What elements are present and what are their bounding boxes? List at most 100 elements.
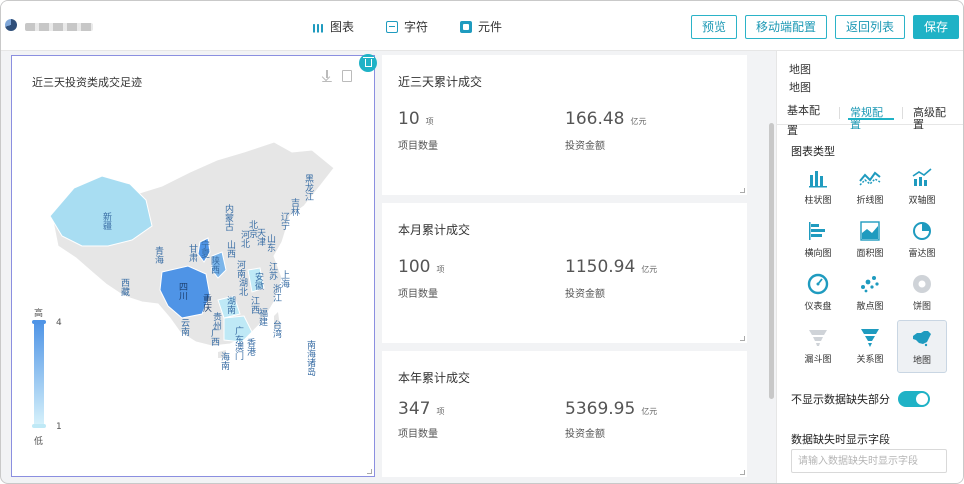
- pie-chart-icon: [913, 275, 931, 293]
- missing-field-title: 数据缺失时显示字段: [791, 433, 890, 446]
- map-region-xinjiang: [49, 175, 153, 247]
- chart-type-label: 关系图: [856, 355, 884, 365]
- chart-type-label: 双轴图: [908, 196, 936, 206]
- chart-type-label: 散点图: [856, 302, 884, 312]
- resize-handle-icon[interactable]: [740, 188, 745, 193]
- region-label-xizang: 西藏: [119, 278, 129, 296]
- region-label-shaanxi: 陕西: [209, 256, 219, 274]
- tab-basic-config[interactable]: 基本配置: [777, 101, 839, 137]
- chart-type-label: 仪表盘: [804, 302, 832, 312]
- stat-count-label: 项目数量: [398, 289, 438, 300]
- stat-title: 本年累计成交: [398, 371, 471, 385]
- legend-max-value: 4: [56, 318, 62, 328]
- stat-card-month[interactable]: 本月累计成交 100 项 项目数量 1150.94 亿元 投资金额: [382, 203, 747, 343]
- chart-type-pie[interactable]: 饼图: [897, 267, 947, 320]
- stat-card-3days[interactable]: 近三天累计成交 10 项 项目数量 166.48 亿元 投资金额: [382, 55, 747, 195]
- legend-handle-top: [32, 320, 46, 324]
- china-map: [32, 141, 335, 428]
- region-label-neimenggu: 内蒙古: [223, 204, 233, 231]
- region-label-hubei: 湖北: [237, 278, 247, 296]
- region-label-sichuan: 四川: [177, 282, 187, 300]
- region-label-yunnan: 云南: [179, 318, 189, 336]
- stat-amount: 5369.95 亿元: [565, 399, 658, 419]
- resize-handle-icon[interactable]: [740, 336, 745, 341]
- chart-type-horizontal[interactable]: 横向图: [793, 214, 843, 267]
- chart-type-relation[interactable]: 关系图: [845, 320, 895, 373]
- chart-type-dual-axis[interactable]: 双轴图: [897, 161, 947, 214]
- chart-type-gauge[interactable]: 仪表盘: [793, 267, 843, 320]
- stat-amount-label: 投资金额: [565, 429, 605, 440]
- region-label-chongqing: 重庆: [201, 294, 211, 312]
- region-label-shanxi: 山西: [225, 240, 235, 258]
- preview-button[interactable]: 预览: [690, 15, 737, 39]
- panel-tabs: 基本配置 常规配置 高级配置: [777, 101, 963, 137]
- hide-missing-row: 不显示数据缺失部分: [791, 391, 930, 407]
- tab-text-label: 字符: [404, 20, 429, 34]
- region-label-heilongjiang: 黑龙江: [303, 174, 313, 201]
- legend-low-label: 低: [34, 437, 44, 447]
- chart-type-line[interactable]: 折线图: [845, 161, 895, 214]
- map-widget[interactable]: 近三天投资类成交足迹 新疆 西藏 青海 甘肃 内蒙古 黑龙江 吉林 辽宁 北京 …: [11, 55, 375, 477]
- stat-count: 100 项: [398, 257, 445, 277]
- horizontal-bar-icon: [809, 222, 825, 240]
- chart-type-label: 面积图: [856, 249, 884, 259]
- tab-advanced-config[interactable]: 高级配置: [902, 106, 963, 130]
- stat-card-year[interactable]: 本年累计成交 347 项 项目数量 5369.95 亿元 投资金额: [382, 351, 747, 477]
- tab-general-config[interactable]: 常规配置: [839, 106, 902, 130]
- region-label-hunan: 湖南: [225, 296, 235, 314]
- tab-chart-label: 图表: [330, 20, 355, 34]
- chart-type-label: 地图: [912, 356, 931, 366]
- stat-amount: 1150.94 亿元: [565, 257, 658, 277]
- chart-type-map[interactable]: 地图: [897, 320, 947, 373]
- chart-type-title: 图表类型: [791, 145, 835, 158]
- panel-header-line2: 地图: [789, 81, 811, 94]
- gauge-icon: [807, 273, 829, 295]
- chart-type-bar[interactable]: 柱状图: [793, 161, 843, 214]
- delete-widget-button[interactable]: [359, 54, 377, 72]
- stat-amount-label: 投资金额: [565, 141, 605, 152]
- tab-component-label: 元件: [478, 20, 503, 34]
- region-label-zhejiang: 浙江: [271, 284, 281, 302]
- resize-handle-icon[interactable]: [367, 469, 372, 474]
- canvas-scrollbar[interactable]: [769, 123, 774, 399]
- tab-text[interactable]: 字符: [386, 18, 428, 35]
- legend-bar: [34, 322, 44, 426]
- map-icon: [913, 331, 931, 347]
- legend-high-label: 高: [34, 309, 44, 319]
- stat-title: 近三天累计成交: [398, 75, 483, 89]
- stat-count-label: 项目数量: [398, 141, 438, 152]
- stat-title: 本月累计成交: [398, 223, 471, 237]
- hide-missing-label: 不显示数据缺失部分: [791, 393, 890, 406]
- hide-missing-toggle[interactable]: [898, 391, 930, 407]
- chart-type-grid: 柱状图 折线图 双轴图 横向图 面积图 雷达图 仪表盘 散点图 饼图 漏斗图 关…: [793, 161, 961, 373]
- region-label-xinjiang: 新疆: [101, 212, 111, 230]
- mobile-config-button[interactable]: 移动端配置: [744, 15, 827, 39]
- chart-type-label: 饼图: [912, 302, 931, 312]
- component-icon: [460, 20, 472, 33]
- text-icon: [386, 20, 398, 33]
- chart-type-radar[interactable]: 雷达图: [897, 214, 947, 267]
- region-label-anhui: 安徽: [253, 272, 263, 290]
- region-label-hebei: 河北: [239, 230, 249, 248]
- config-panel: 地图 地图 基本配置 常规配置 高级配置 图表类型 柱状图 折线图 双轴图 横向: [776, 51, 963, 483]
- save-button[interactable]: 保存: [912, 15, 959, 39]
- funnel-chart-icon: [809, 330, 827, 346]
- relation-chart-icon: [861, 329, 879, 347]
- chart-type-label: 漏斗图: [804, 355, 832, 365]
- chart-type-funnel[interactable]: 漏斗图: [793, 320, 843, 373]
- region-label-henan: 河南: [235, 260, 245, 278]
- missing-field-input[interactable]: [791, 449, 947, 473]
- region-label-qinghai: 青海: [153, 246, 163, 264]
- resize-handle-icon[interactable]: [740, 470, 745, 475]
- tab-component[interactable]: 元件: [460, 18, 502, 35]
- stat-count: 10 项: [398, 109, 434, 129]
- back-to-list-button[interactable]: 返回列表: [834, 15, 905, 39]
- trash-icon: [362, 57, 374, 67]
- region-label-liaoning: 辽宁: [279, 212, 289, 230]
- chart-type-scatter[interactable]: 散点图: [845, 267, 895, 320]
- chart-type-label: 柱状图: [804, 196, 832, 206]
- tab-chart[interactable]: 图表: [312, 18, 354, 35]
- region-label-guangxi: 广西: [209, 328, 219, 346]
- chart-type-area[interactable]: 面积图: [845, 214, 895, 267]
- stat-amount: 166.48 亿元: [565, 109, 647, 129]
